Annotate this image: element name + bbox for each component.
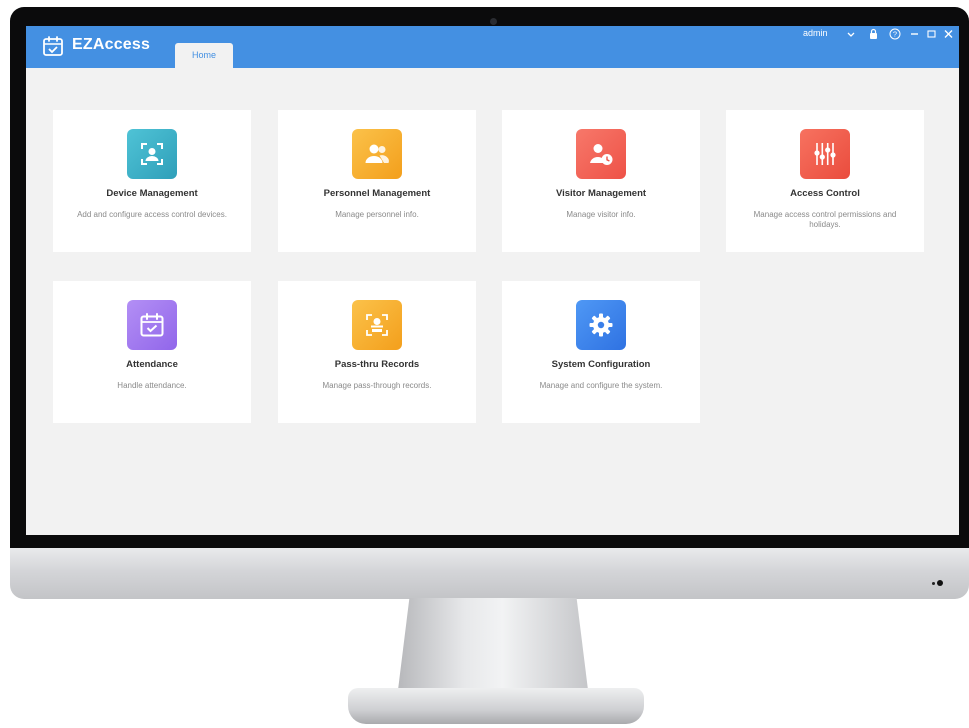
card-attendance[interactable]: Attendance Handle attendance.: [53, 281, 251, 423]
card-pass-thru-records[interactable]: Pass-thru Records Manage pass-through re…: [278, 281, 476, 423]
calendar-logo-icon: [42, 35, 64, 57]
maximize-icon[interactable]: [927, 27, 936, 39]
lock-icon[interactable]: [869, 27, 878, 39]
card-device-management[interactable]: Device Management Add and configure acce…: [53, 110, 251, 252]
sliders-icon: [800, 129, 850, 179]
card-description: Manage personnel info.: [335, 210, 419, 219]
card-access-control[interactable]: Access Control Manage access control per…: [726, 110, 924, 252]
card-title: Device Management: [106, 188, 198, 199]
card-title: Pass-thru Records: [334, 359, 420, 370]
card-description: Handle attendance.: [117, 381, 187, 390]
close-icon[interactable]: [944, 27, 953, 39]
card-title: Visitor Management: [555, 188, 647, 199]
card-title: Attendance: [126, 359, 178, 370]
card-description: Manage access control permissions and ho…: [753, 210, 897, 229]
card-title: Personnel Management: [323, 188, 431, 199]
user-name[interactable]: admin: [803, 27, 828, 39]
power-indicator: [932, 579, 944, 587]
svg-text:?: ?: [893, 30, 897, 39]
card-title: System Configuration: [551, 359, 651, 370]
top-bar: EZAccess Home admin ?: [26, 26, 959, 68]
monitor-stand-neck: [398, 598, 588, 690]
card-visitor-management[interactable]: Visitor Management Manage visitor info.: [502, 110, 700, 252]
card-description: Manage pass-through records.: [322, 381, 432, 390]
card-personnel-management[interactable]: Personnel Management Manage personnel in…: [278, 110, 476, 252]
monitor-chin: [10, 548, 969, 599]
card-description: Manage and configure the system.: [539, 381, 663, 390]
tab-home[interactable]: Home: [175, 43, 233, 68]
calendar-check-icon: [127, 300, 177, 350]
app-name: EZAccess: [72, 36, 151, 53]
gear-icon: [576, 300, 626, 350]
chevron-down-icon[interactable]: [846, 27, 856, 39]
card-description: Manage visitor info.: [566, 210, 636, 219]
face-scan-icon: [352, 300, 402, 350]
minimize-icon[interactable]: [910, 27, 919, 39]
personnel-icon: [352, 129, 402, 179]
visitor-icon: [576, 129, 626, 179]
card-description: Add and configure access control devices…: [77, 210, 227, 219]
device-icon: [127, 129, 177, 179]
help-icon[interactable]: ?: [889, 27, 901, 40]
card-system-configuration[interactable]: System Configuration Manage and configur…: [502, 281, 700, 423]
monitor-stand-base: [348, 688, 644, 724]
card-title: Access Control: [790, 188, 860, 199]
webcam: [490, 18, 497, 25]
app-screen: EZAccess Home admin ? Device Management …: [26, 26, 959, 535]
